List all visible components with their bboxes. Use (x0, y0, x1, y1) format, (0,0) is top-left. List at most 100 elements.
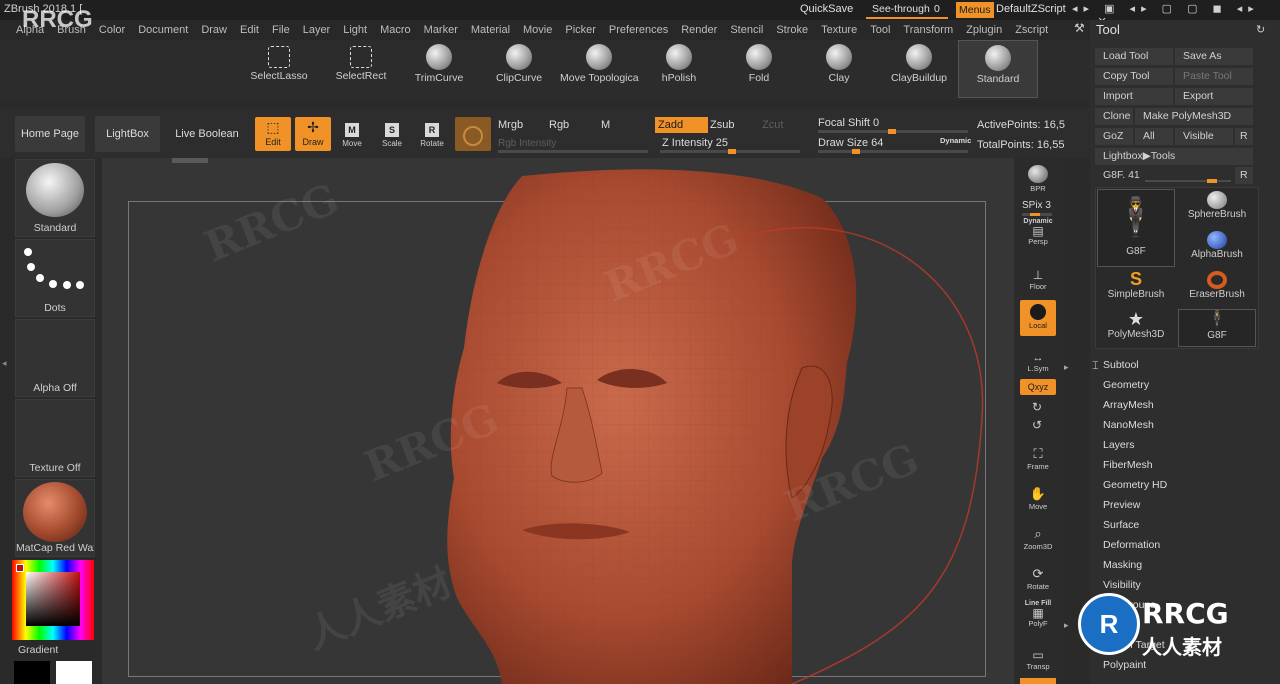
rotate-y-icon[interactable]: ↻ (1032, 400, 1042, 414)
subpalette-nanomesh[interactable]: NanoMesh (1103, 419, 1154, 431)
dynamic-toggle[interactable]: Dynamic (940, 136, 971, 145)
subpalette-masking[interactable]: Masking (1103, 559, 1142, 571)
zoom3d-button[interactable]: ⌕ Zoom3D (1020, 520, 1056, 556)
menus-toggle[interactable]: Menus (956, 2, 994, 18)
move-button[interactable]: M Move (336, 120, 368, 152)
menu-texture[interactable]: Texture (821, 20, 857, 40)
see-through-slider[interactable]: See-through 0 (866, 1, 948, 19)
subpalette-subtool[interactable]: Subtool (1103, 359, 1139, 371)
goz-button[interactable]: GoZ (1095, 128, 1133, 145)
left-collapse-icon[interactable]: ◂ (2, 358, 7, 369)
rotate-z-icon[interactable]: ↺ (1032, 418, 1042, 432)
menu-layer[interactable]: Layer (303, 20, 331, 40)
live-boolean-button[interactable]: Live Boolean (170, 116, 244, 152)
clone-button[interactable]: Clone (1095, 108, 1133, 125)
shelf-selectlasso-button[interactable]: SelectLasso (240, 40, 318, 96)
make-polymesh-button[interactable]: Make PolyMesh3D (1135, 108, 1253, 125)
shelf-hpolish-button[interactable]: hPolish (640, 40, 718, 96)
polyf-button[interactable]: Line Fill ▦ PolyF (1020, 598, 1056, 634)
menu-light[interactable]: Light (343, 20, 367, 40)
mrgb-button[interactable]: Mrgb (498, 119, 523, 131)
lightbox-tools-button[interactable]: Lightbox▶Tools (1095, 148, 1253, 165)
material-selector[interactable]: MatCap Red Wax (15, 479, 95, 557)
canvas-viewport[interactable]: RRCG RRCG RRCG RRCG 人人素材 (102, 158, 1014, 684)
m-button[interactable]: M (601, 119, 610, 131)
shelf-standard-button[interactable]: Standard (958, 40, 1038, 98)
floor-button[interactable]: ⊥ Floor (1020, 260, 1056, 296)
subpalette-preview[interactable]: Preview (1103, 499, 1140, 511)
load-tool-button[interactable]: Load Tool (1095, 48, 1173, 65)
menu-edit[interactable]: Edit (240, 20, 259, 40)
right-collapse-icon-lower[interactable]: ▸ (1064, 620, 1069, 631)
menu-movie[interactable]: Movie (523, 20, 552, 40)
color-swatch-button[interactable] (455, 117, 491, 151)
menu-render[interactable]: Render (681, 20, 717, 40)
lightbox-button[interactable]: LightBox (95, 116, 160, 152)
menu-picker[interactable]: Picker (565, 20, 596, 40)
rgb-intensity-slider[interactable] (498, 150, 648, 153)
color-picker[interactable] (12, 560, 94, 640)
rotate-view-button[interactable]: ⟳ Rotate (1020, 560, 1056, 596)
tool-thumb-alphabrush[interactable]: AlphaBrush (1178, 229, 1256, 267)
menu-tool[interactable]: Tool (870, 20, 890, 40)
tool-r-button[interactable]: R (1235, 167, 1253, 184)
brush-selector[interactable]: Standard (15, 159, 95, 237)
rotate-button[interactable]: R Rotate (416, 120, 448, 152)
xyz-button[interactable]: Qxyz (1020, 379, 1056, 395)
alpha-selector[interactable]: Alpha Off (15, 319, 95, 397)
shelf-clay-button[interactable]: Clay (800, 40, 878, 96)
subpalette-arraymesh[interactable]: ArrayMesh (1103, 399, 1154, 411)
color-square[interactable] (26, 572, 80, 626)
tool-slider-knob[interactable] (1207, 179, 1217, 183)
paste-tool-button[interactable]: Paste Tool (1175, 68, 1253, 85)
tool-thumb-g8f[interactable]: 🕴 G8F (1097, 189, 1175, 267)
tool-thumb-simplebrush[interactable]: S SimpleBrush (1097, 269, 1175, 307)
shelf-move-topologica-button[interactable]: Move Topologica (560, 40, 639, 96)
subpalette-geometry[interactable]: Geometry (1103, 379, 1149, 391)
shelf-fold-button[interactable]: Fold (720, 40, 798, 96)
menu-stroke[interactable]: Stroke (776, 20, 808, 40)
refresh-icon[interactable]: ↻ (1256, 23, 1265, 36)
spix-slider[interactable] (1022, 213, 1052, 216)
frame-button[interactable]: ⛶ Frame (1020, 440, 1056, 476)
subpalette-surface[interactable]: Surface (1103, 519, 1139, 531)
menu-material[interactable]: Material (471, 20, 510, 40)
stroke-selector[interactable]: Dots (15, 239, 95, 317)
tool-thumb-g8f-small[interactable]: 🕴 G8F (1178, 309, 1256, 347)
zsub-button[interactable]: Zsub (710, 119, 734, 131)
menu-macro[interactable]: Macro (380, 20, 411, 40)
menu-marker[interactable]: Marker (424, 20, 458, 40)
scale-button[interactable]: S Scale (376, 120, 408, 152)
tool-thumb-polymesh3d[interactable]: ★ PolyMesh3D (1097, 309, 1175, 347)
draw-size-slider[interactable] (818, 150, 968, 153)
secondary-color-swatch[interactable] (56, 661, 92, 684)
import-button[interactable]: Import (1095, 88, 1173, 105)
bpr-button[interactable]: BPR (1020, 162, 1056, 198)
shelf-clipcurve-button[interactable]: ClipCurve (480, 40, 558, 96)
goz-r-button[interactable]: R (1235, 128, 1253, 145)
shelf-trimcurve-button[interactable]: TrimCurve (400, 40, 478, 96)
menu-preferences[interactable]: Preferences (609, 20, 668, 40)
subpalette-geometry-hd[interactable]: Geometry HD (1103, 479, 1167, 491)
right-collapse-icon[interactable]: ▸ (1064, 362, 1069, 373)
menu-zplugin[interactable]: Zplugin (966, 20, 1002, 40)
tool-thumb-spherebrush[interactable]: SphereBrush (1178, 189, 1256, 227)
draw-button[interactable]: ✢ Draw (295, 117, 331, 151)
copy-tool-button[interactable]: Copy Tool (1095, 68, 1173, 85)
head-model[interactable] (102, 158, 1014, 684)
goz-all-button[interactable]: All (1135, 128, 1173, 145)
tool-thumb-eraserbrush[interactable]: EraserBrush (1178, 269, 1256, 307)
shelf-selectrect-button[interactable]: SelectRect (322, 40, 400, 96)
menu-color[interactable]: Color (99, 20, 125, 40)
transp-button[interactable]: ▭ Transp (1020, 640, 1056, 676)
tool-palette-title[interactable]: Tool (1096, 22, 1120, 37)
quicksave-button[interactable]: QuickSave (800, 3, 853, 15)
home-page-button[interactable]: Home Page (15, 116, 85, 152)
export-button[interactable]: Export (1175, 88, 1253, 105)
menu-document[interactable]: Document (138, 20, 188, 40)
local-button[interactable]: Local (1020, 300, 1056, 336)
rgb-button[interactable]: Rgb (549, 119, 569, 131)
menu-draw[interactable]: Draw (201, 20, 227, 40)
current-tool-slider[interactable]: G8F. 41 (1095, 167, 1233, 184)
goz-visible-button[interactable]: Visible (1175, 128, 1233, 145)
